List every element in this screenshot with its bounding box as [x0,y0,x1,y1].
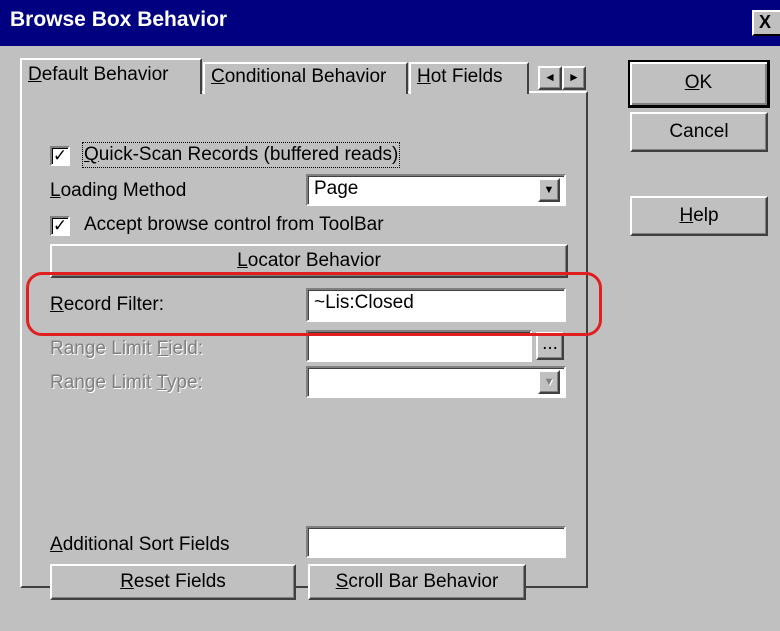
accept-toolbar-label[interactable]: Accept browse control from ToolBar [84,214,384,236]
button-label: eset Fields [133,571,226,592]
loading-method-select[interactable]: Page [306,174,566,206]
tab-mnemonic: D [28,64,42,85]
cancel-button[interactable]: Cancel [630,112,768,152]
chevron-down-icon: ▼ [543,376,555,388]
button-label: ocator Behavior [247,250,381,271]
tab-conditional-behavior[interactable]: Conditional Behavior [203,62,408,94]
tab-scroll-right-button[interactable]: ► [562,66,586,90]
additional-sort-label: Additional Sort Fields [50,534,230,556]
mnemonic: T [156,372,167,393]
mnemonic: R [120,571,134,592]
label-text: ield: [168,338,204,359]
mnemonic: Q [84,144,99,165]
help-button[interactable]: Help [630,196,768,236]
mnemonic: F [156,338,169,359]
tab-mnemonic: H [417,66,431,87]
tab-hot-fields[interactable]: Hot Fields [409,62,529,94]
mnemonic: H [679,205,694,226]
checkmark-icon: ✓ [52,216,68,235]
tab-label: ot Fields [430,66,503,87]
mnemonic: O [684,72,700,93]
mnemonic: L [237,250,248,271]
range-limit-type-label: Range Limit Type: [50,372,203,394]
ellipsis-icon: ... [542,333,558,354]
checkmark-icon: ✓ [52,146,68,165]
tab-mnemonic: C [211,66,225,87]
button-label: elp [693,205,719,226]
range-limit-field-lookup-button[interactable]: ... [536,332,564,360]
button-label: croll Bar Behavior [348,571,499,592]
loading-method-value: Page [314,178,359,199]
record-filter-label: Record Filter: [50,294,164,316]
locator-behavior-button[interactable]: Locator Behavior [50,244,568,278]
range-limit-type-select[interactable] [306,366,566,398]
arrow-left-icon: ◄ [544,70,556,84]
label-text: Range Limit [50,338,157,359]
loading-method-label: Loading Method [50,180,186,202]
label-text: Range Limit [50,372,157,393]
button-label: Cancel [669,121,729,142]
close-button[interactable]: X [752,10,780,36]
additional-sort-input[interactable] [306,526,566,558]
loading-method-dropdown-button[interactable]: ▼ [538,178,560,202]
reset-fields-button[interactable]: Reset Fields [50,564,296,600]
close-icon: X [759,12,772,32]
scroll-bar-behavior-button[interactable]: Scroll Bar Behavior [308,564,526,600]
range-limit-field-label: Range Limit Field: [50,338,203,360]
tab-scroll-left-button[interactable]: ◄ [538,66,562,90]
accept-toolbar-checkbox[interactable]: ✓ [50,216,70,236]
mnemonic: L [50,180,61,201]
label-text: uick-Scan Records (buffered reads) [98,144,399,165]
mnemonic: A [50,534,63,555]
tab-label: efault Behavior [41,64,169,85]
range-limit-field-input[interactable] [306,330,532,362]
tab-label: onditional Behavior [224,66,387,87]
button-label: K [699,72,713,93]
label-text: ecord Filter: [63,294,165,315]
ok-button[interactable]: OK [628,60,770,108]
arrow-right-icon: ► [568,70,580,84]
chevron-down-icon: ▼ [543,184,555,196]
range-limit-type-dropdown-button[interactable]: ▼ [538,370,560,394]
label-text: oading Method [60,180,187,201]
quick-scan-checkbox[interactable]: ✓ [50,146,70,166]
mnemonic: S [335,571,349,592]
label-text: dditional Sort Fields [62,534,230,555]
record-filter-value: ~Lis:Closed [314,292,414,313]
quick-scan-label[interactable]: Quick-Scan Records (buffered reads) [81,142,401,168]
tab-default-behavior[interactable]: Default Behavior [20,58,202,94]
label-text: ype: [166,372,203,393]
mnemonic: R [50,294,64,315]
window-title: Browse Box Behavior [10,8,228,31]
record-filter-input[interactable]: ~Lis:Closed [306,288,566,322]
